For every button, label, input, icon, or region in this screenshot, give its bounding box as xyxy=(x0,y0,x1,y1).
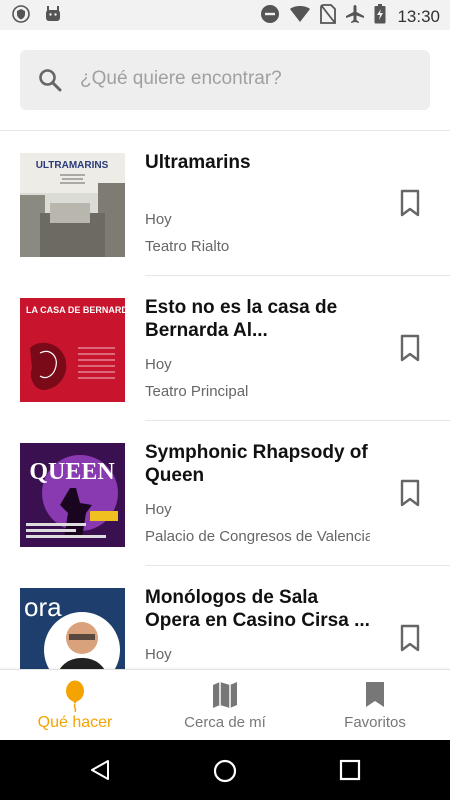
event-item[interactable]: ULTRAMARINS Ultramarins Hoy Teatro Rialt… xyxy=(0,131,450,276)
tab-label: Cerca de mí xyxy=(184,714,266,731)
event-venue: Teatro Rialto xyxy=(145,238,230,255)
tab-label: Favoritos xyxy=(344,714,406,731)
do-not-disturb-icon xyxy=(260,4,280,29)
event-date: Hoy xyxy=(145,356,172,373)
event-poster: ULTRAMARINS xyxy=(20,153,125,257)
event-date: Hoy xyxy=(145,646,172,663)
airplane-icon xyxy=(345,4,365,29)
event-date: Hoy xyxy=(145,211,172,228)
event-list[interactable]: ULTRAMARINS Ultramarins Hoy Teatro Rialt… xyxy=(0,131,450,669)
poster-title-text: LA CASA DE BERNARDA ALBA xyxy=(26,305,125,315)
no-sim-icon xyxy=(320,4,337,29)
event-poster: QUEEN xyxy=(20,443,125,547)
battery-charging-icon xyxy=(374,4,386,29)
tab-que-hacer[interactable]: Qué hacer xyxy=(0,670,150,741)
event-poster: ora xyxy=(20,588,125,669)
recents-icon[interactable] xyxy=(339,758,361,787)
poster-title-text: ULTRAMARINS xyxy=(36,160,109,171)
search-header: ¿Qué quiere encontrar? xyxy=(0,30,450,131)
poster-title-text: ora xyxy=(24,592,62,622)
bottom-tab-bar: Qué hacer Cerca de mí Favoritos xyxy=(0,669,450,741)
bookmark-icon xyxy=(362,680,388,710)
event-item[interactable]: QUEEN Symphonic Rhapsody of Queen Hoy Pa… xyxy=(0,421,450,566)
event-title[interactable]: Ultramarins xyxy=(145,151,370,174)
event-title[interactable]: Esto no es la casa de Bernarda Al... xyxy=(145,296,370,342)
wifi-icon xyxy=(289,4,311,29)
balloon-icon xyxy=(62,680,88,713)
event-venue: Palacio de Congresos de Valencia xyxy=(145,528,370,545)
tab-cerca-de-mi[interactable]: Cerca de mí xyxy=(150,670,300,741)
event-title[interactable]: Monólogos de Sala Opera en Casino Cirsa … xyxy=(145,586,370,632)
event-title[interactable]: Symphonic Rhapsody of Queen xyxy=(145,441,370,487)
system-nav-bar xyxy=(0,740,450,800)
poster-title-text: QUEEN xyxy=(29,459,115,485)
status-bar: 13:30 xyxy=(0,0,450,30)
tab-label: Qué hacer xyxy=(37,714,113,731)
shield-icon xyxy=(12,5,30,28)
bookmark-icon[interactable] xyxy=(398,333,422,363)
event-item[interactable]: ora Monólogos de Sala Opera en Casino Ci… xyxy=(0,566,450,669)
event-date: Hoy xyxy=(145,501,172,518)
bookmark-icon[interactable] xyxy=(398,188,422,218)
bookmark-icon[interactable] xyxy=(398,623,422,653)
event-venue: Teatro Principal xyxy=(145,383,249,400)
bookmark-icon[interactable] xyxy=(398,478,422,508)
tab-favoritos[interactable]: Favoritos xyxy=(300,670,450,741)
android-icon xyxy=(44,5,62,28)
back-icon[interactable] xyxy=(88,758,112,787)
event-poster: LA CASA DE BERNARDA ALBA xyxy=(20,298,125,402)
search-placeholder: ¿Qué quiere encontrar? xyxy=(80,68,282,89)
map-icon xyxy=(212,680,238,710)
event-item[interactable]: LA CASA DE BERNARDA ALBA Esto no es la c… xyxy=(0,276,450,421)
home-icon[interactable] xyxy=(212,758,238,789)
status-time: 13:30 xyxy=(397,6,440,26)
search-input[interactable]: ¿Qué quiere encontrar? xyxy=(20,50,430,110)
search-icon xyxy=(38,68,62,97)
